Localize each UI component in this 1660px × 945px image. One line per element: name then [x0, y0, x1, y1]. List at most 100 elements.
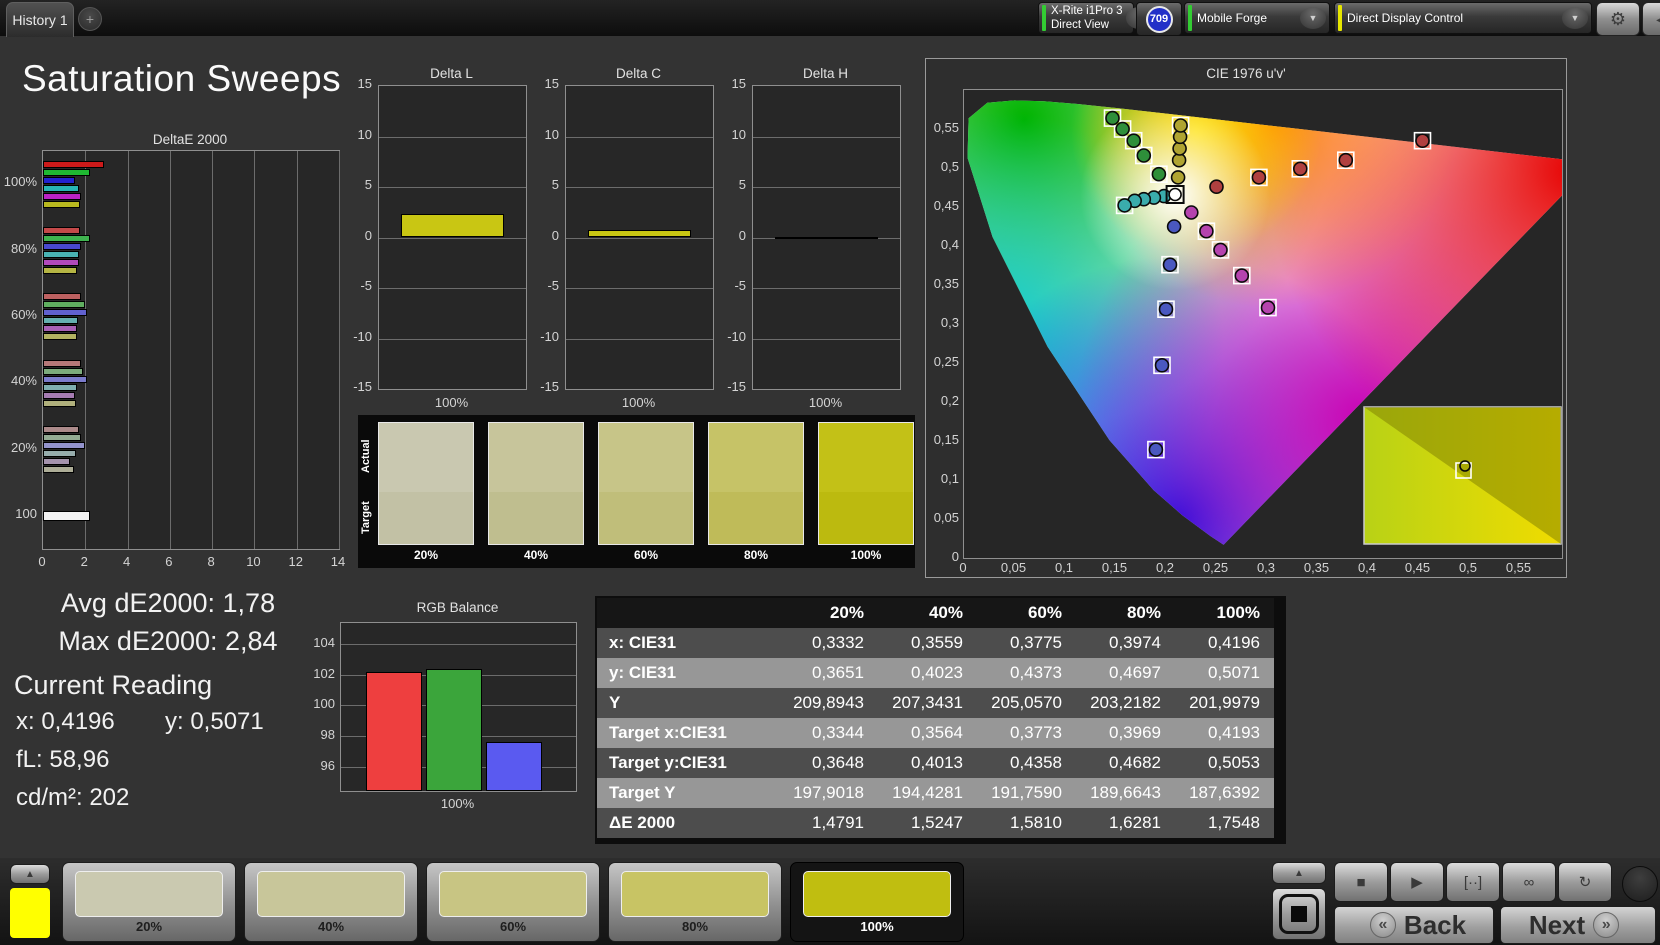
pattern-window-button[interactable] [1272, 888, 1326, 940]
delta_c-y-tick: 0 [551, 227, 559, 243]
history-tab[interactable]: History 1 [6, 2, 74, 37]
rgb-balance-y-tick: 98 [320, 727, 335, 743]
swatch-pair [488, 422, 584, 545]
add-tab-button[interactable]: + [78, 7, 102, 31]
reading-x-value: x: 0,4196 [16, 708, 115, 735]
gear-icon: ⚙ [1609, 8, 1627, 29]
top-bar: History 1 + X-Rite i1Pro 3 Direct View ▼… [0, 0, 1660, 37]
delta_l-y-tick: 0 [364, 227, 372, 243]
gridline [85, 151, 87, 549]
record-indicator-button[interactable] [1622, 866, 1658, 902]
transport-continuous-button[interactable]: ∞ [1502, 862, 1556, 902]
gridline [379, 288, 526, 289]
deltae2000-y-tick: 40% [10, 373, 37, 389]
cie-point-magenta [1213, 242, 1228, 258]
table-cell: 0,5071 [1208, 663, 1260, 682]
table-cell: 187,6392 [1189, 783, 1260, 802]
colorspace-badge[interactable]: 709 [1136, 2, 1182, 36]
table-column-header: 100% [1216, 603, 1260, 622]
cie-point-red [1292, 161, 1308, 177]
transport-range-button[interactable]: [··] [1446, 862, 1500, 902]
transport-play-button[interactable]: ▶ [1390, 862, 1444, 902]
actual-row-label: Actual [360, 439, 372, 473]
colorspace-badge-value: 709 [1145, 5, 1173, 33]
rgb-balance-bar-red [366, 671, 422, 791]
pattern-list-up-button[interactable]: ▲ [10, 864, 50, 884]
deltae2000-x-tick: 8 [207, 554, 215, 569]
table-cell: 0,4373 [1010, 663, 1062, 682]
gridline [339, 151, 340, 549]
table-cell: 189,6643 [1090, 783, 1161, 802]
table-header-row: 20% 40% 60% 80% 100% [597, 598, 1274, 628]
up-arrow-icon: ▲ [1294, 867, 1304, 879]
refresh-icon: ↻ [1578, 874, 1592, 891]
workflow-dropdown[interactable]: Direct Display Control ▼ [1334, 2, 1592, 34]
next-arrow-icon: » [1593, 912, 1620, 938]
deltae2000-bar [43, 391, 75, 399]
target-swatch [379, 491, 473, 544]
pattern-button-60%[interactable]: 60% [426, 862, 600, 942]
table-cell: 0,3648 [812, 753, 864, 772]
gridline [753, 187, 900, 188]
cie-point-magenta [1260, 300, 1276, 315]
pattern-button-20%[interactable]: 20% [62, 862, 236, 942]
deltae2000-x-tick: 10 [246, 554, 261, 569]
delta_h-x-label: 100% [808, 395, 843, 410]
cie-whitepoint [1168, 187, 1182, 202]
delta_c-y-tick: -10 [540, 328, 559, 344]
cie-point-cyan [1117, 198, 1132, 213]
rgb-balance-x-label: 100% [440, 796, 475, 811]
table-cell: 207,3431 [892, 693, 963, 712]
delta_c-y-tick: -15 [540, 379, 559, 394]
chevron-down-icon: ▼ [1300, 7, 1326, 29]
table-cell: 1,5247 [911, 813, 963, 832]
gridline [753, 136, 900, 138]
delta_c-x-label: 100% [621, 395, 656, 410]
pattern-window-up-button[interactable]: ▲ [1272, 862, 1326, 884]
deltae2000-x-tick: 14 [330, 554, 346, 569]
actual-swatch [819, 423, 913, 492]
table-cell: 209,8943 [793, 693, 864, 712]
back-button[interactable]: « Back [1334, 906, 1494, 944]
delta_c-bar [588, 230, 691, 238]
cie-point-green [1126, 133, 1141, 149]
settings-button[interactable]: ⚙ [1596, 2, 1640, 36]
deltae2000-y-tick: 100% [3, 174, 37, 190]
swatch-label: 60% [633, 548, 659, 562]
table-column-header: 40% [928, 603, 963, 622]
delta_h-plot [752, 85, 901, 390]
table-cell: 1,4791 [812, 813, 864, 832]
cie-plot [963, 89, 1563, 559]
deltae2000-bar [43, 267, 77, 274]
table-cell: 1,6281 [1109, 813, 1161, 832]
source-dropdown[interactable]: Mobile Forge ▼ [1184, 2, 1330, 34]
pattern-button-100%[interactable]: 100% [790, 862, 964, 942]
delta_h-y-tick: 0 [738, 227, 746, 243]
source-dropdown-label: Mobile Forge [1197, 11, 1268, 25]
meter-dropdown[interactable]: X-Rite i1Pro 3 Direct View ▼ [1038, 2, 1152, 34]
transport-stop-button[interactable]: ■ [1334, 862, 1388, 902]
cie-point-blue [1162, 257, 1178, 272]
deltae2000-bar [43, 325, 77, 333]
collapse-panel-button[interactable]: ◀ [1642, 2, 1660, 36]
cie-point-magenta [1234, 268, 1250, 283]
pattern-button-80%[interactable]: 80% [608, 862, 782, 942]
deltae2000-bar [43, 375, 88, 383]
deltae2000-bar [43, 367, 84, 375]
cie-y-tick: 0,35 [933, 276, 959, 291]
pattern-button-40%[interactable]: 40% [244, 862, 418, 942]
table-row: Target y:CIE31 0,3648 0,4013 0,4358 0,4682 0,… [597, 748, 1274, 778]
cie-x-tick: 0,15 [1101, 560, 1128, 575]
deltae2000-bar [43, 399, 76, 407]
next-button[interactable]: Next » [1500, 906, 1656, 944]
transport-refresh-button[interactable]: ↻ [1558, 862, 1612, 902]
table-cell: 0,3332 [812, 633, 864, 652]
reading-fl-value: fL: 58,96 [16, 746, 110, 773]
table-row-label: Target Y [609, 783, 676, 802]
table-column-header: 60% [1027, 603, 1062, 622]
cie-x-tick: 0,5 [1458, 560, 1478, 575]
table-cell: 201,9979 [1189, 693, 1260, 712]
deltae2000-bar [43, 293, 82, 301]
cie-y-tick: 0,45 [933, 198, 959, 213]
table-cell: 191,7590 [991, 783, 1062, 802]
